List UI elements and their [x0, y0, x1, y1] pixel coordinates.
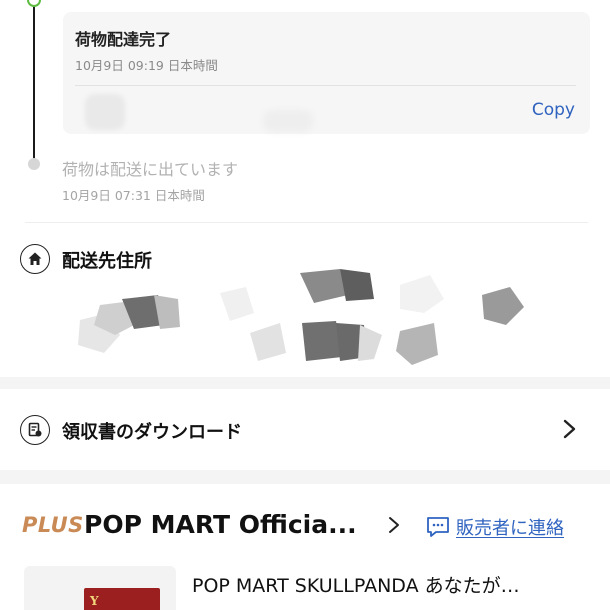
product-box-text: Y: [90, 594, 99, 608]
product-title[interactable]: POP MART SKULLPANDA あなたが…: [192, 571, 592, 598]
timeline-dot: [28, 158, 40, 170]
home-icon: [20, 244, 50, 274]
event-title: 荷物配達完了: [75, 30, 172, 49]
timeline-active-dot: [27, 0, 41, 7]
delivery-photo-thumbnail[interactable]: [85, 94, 125, 130]
section-gap: [0, 470, 610, 484]
tracking-event-card: 荷物配達完了 10月9日 09:19 日本時間 Copy: [63, 12, 590, 134]
chevron-right-icon: [563, 419, 576, 439]
divider: [25, 222, 588, 223]
event-time: 10月9日 07:31 日本時間: [62, 188, 205, 203]
divider: [75, 85, 576, 86]
chat-icon: [427, 517, 449, 537]
event-title: 荷物は配送に出ています: [62, 160, 239, 179]
receipt-download-row[interactable]: 領収書のダウンロード: [0, 389, 610, 470]
plus-badge: PLUS: [22, 513, 84, 537]
product-box-image: Y: [84, 588, 160, 610]
redacted-address: [78, 269, 524, 365]
chevron-right-icon[interactable]: [386, 515, 402, 535]
receipt-download-label: 領収書のダウンロード: [62, 422, 242, 443]
receipt-icon: [20, 415, 50, 445]
redacted-blur: [263, 110, 313, 132]
event-time: 10月9日 09:19 日本時間: [75, 58, 218, 73]
section-gap: [0, 377, 610, 389]
timeline-line: [33, 0, 35, 160]
contact-seller-label: 販売者に連絡: [456, 518, 564, 539]
contact-seller-button[interactable]: 販売者に連絡: [426, 514, 564, 540]
product-thumbnail[interactable]: Y: [24, 566, 176, 610]
store-name-link[interactable]: POP MART Officia...: [84, 510, 369, 539]
copy-button[interactable]: Copy: [532, 100, 575, 120]
